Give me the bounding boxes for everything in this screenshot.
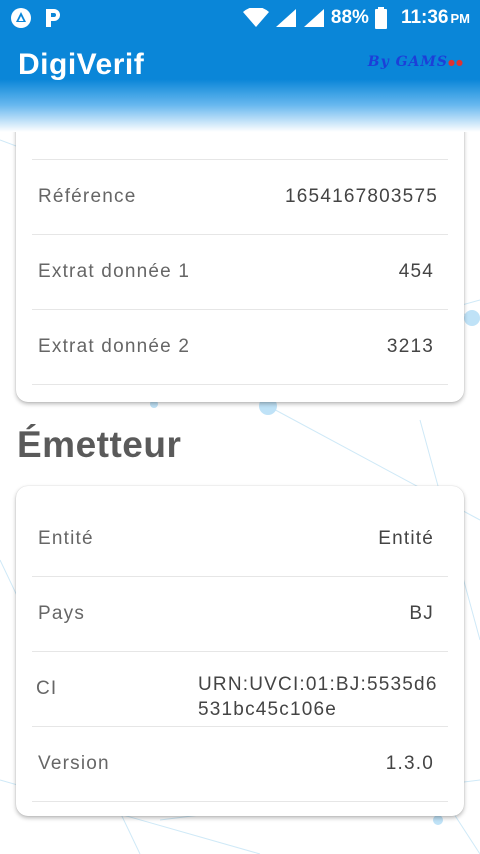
version-label: Version	[38, 753, 110, 774]
reference-value: 1654167803575	[285, 186, 438, 207]
clock-ampm: PM	[450, 11, 471, 26]
battery-icon	[374, 7, 387, 29]
emitter-row-ci: CI URN:UVCI:01:BJ:5535d6531bc45c106e	[32, 652, 448, 727]
detail-row-extract-2: Extrat donnée 2 3213	[32, 310, 448, 385]
detail-row-extract-1: Extrat donnée 1 454	[32, 235, 448, 310]
detail-row-reference: Référence 1654167803575	[32, 160, 448, 235]
wifi-icon	[242, 8, 269, 27]
extract-2-label: Extrat donnée 2	[38, 336, 191, 357]
parking-notification-icon	[46, 9, 60, 27]
clock-hours: 11:36	[400, 7, 449, 28]
ci-label: CI	[36, 678, 58, 699]
signal-2-icon	[303, 9, 324, 27]
entity-value: Entité	[378, 528, 434, 549]
country-value: BJ	[409, 603, 434, 624]
logo-dots-icon: ●●	[448, 57, 464, 67]
emitter-row-version: Version 1.3.0	[32, 727, 448, 802]
emitter-row-country: Pays BJ	[32, 577, 448, 652]
signal-icon	[275, 9, 296, 27]
entity-label: Entité	[38, 528, 94, 549]
extract-1-value: 454	[398, 261, 434, 282]
app-notification-icon	[11, 8, 31, 28]
status-bar: 88% 11:36 PM	[0, 0, 480, 36]
extract-2-value: 3213	[386, 336, 434, 357]
reference-label: Référence	[38, 186, 137, 207]
document-details-card: Référence 1654167803575 Extrat donnée 1 …	[16, 110, 464, 402]
country-label: Pays	[38, 603, 86, 624]
battery-percent: 88%	[330, 7, 369, 28]
by-gams-logo-text: By GAMS	[367, 54, 449, 70]
emitter-card: Entité Entité Pays BJ CI URN:UVCI:01:BJ:…	[16, 486, 464, 816]
app-title: DigiVerif	[18, 48, 145, 81]
clock-time: 11:36 PM	[401, 7, 470, 29]
extract-1-label: Extrat donnée 1	[38, 261, 191, 282]
ci-value: URN:UVCI:01:BJ:5535d6531bc45c106e	[198, 674, 438, 718]
emitter-row-entity: Entité Entité	[32, 502, 448, 577]
emitter-section-title: Émetteur	[17, 424, 182, 465]
version-value: 1.3.0	[385, 753, 434, 774]
app-bar: DigiVerif By GAMS●●	[0, 36, 480, 132]
by-gams-logo: By GAMS●●	[368, 54, 464, 70]
